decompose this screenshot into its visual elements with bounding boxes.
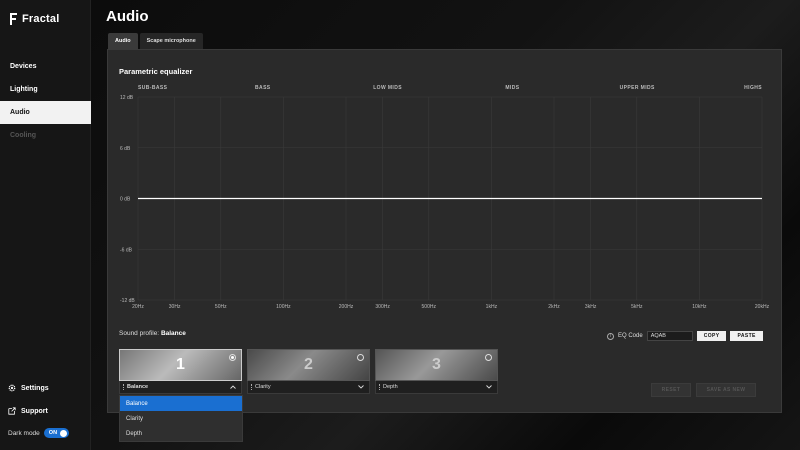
- equalizer-title: Parametric equalizer: [119, 67, 193, 76]
- sidebar-item-lighting[interactable]: Lighting: [0, 78, 91, 101]
- x-tick-label: 3kHz: [585, 304, 597, 310]
- drag-handle-icon: [123, 384, 124, 390]
- sidebar-nav: Devices Lighting Audio Cooling: [0, 55, 91, 147]
- toggle-knob: [60, 429, 68, 437]
- y-tick-label: -12 dB: [120, 298, 135, 304]
- sidebar-item-audio[interactable]: Audio: [0, 101, 91, 124]
- x-tick-label: 30Hz: [169, 304, 181, 310]
- eq-code-field[interactable]: AQAB: [646, 331, 693, 341]
- settings-link[interactable]: Settings: [8, 382, 88, 394]
- external-link-icon: [8, 407, 16, 415]
- profile-select-value: Depth: [383, 384, 398, 390]
- settings-label: Settings: [21, 384, 49, 392]
- main-content: Audio Audio Scape microphone 20Hz 30Hz 50H…: [91, 0, 800, 450]
- band-sub-bass: SUB-BASS: [138, 85, 168, 91]
- dark-mode-toggle-value: ON: [48, 430, 58, 436]
- dropdown-option-depth[interactable]: Depth: [120, 426, 242, 441]
- support-label: Support: [21, 407, 48, 415]
- radio-icon[interactable]: [357, 354, 364, 361]
- profile-card-number: 2: [304, 356, 313, 373]
- profile-cards: 1 Balance 2 Clarity 3 Depth: [119, 349, 498, 394]
- brand-name: Fractal: [22, 13, 60, 25]
- drag-handle-icon: [379, 384, 380, 390]
- chevron-down-icon: [358, 385, 364, 389]
- profile-card-image[interactable]: 3: [375, 349, 498, 381]
- profile-select[interactable]: Clarity: [247, 381, 370, 394]
- x-tick-label: 300Hz: [375, 304, 390, 310]
- profile-card-2[interactable]: 2 Clarity: [247, 349, 370, 394]
- tab-audio[interactable]: Audio: [108, 33, 138, 49]
- profile-card-3[interactable]: 3 Depth: [375, 349, 498, 394]
- profile-card-number: 3: [432, 356, 441, 373]
- sidebar-item-cooling: Cooling: [10, 132, 37, 139]
- x-tick-label: 100Hz: [276, 304, 291, 310]
- equalizer-panel: 20Hz 30Hz 50Hz 100Hz 200Hz 300Hz 500Hz 1kHz 2kHz…: [107, 49, 782, 442]
- radio-icon[interactable]: [485, 354, 492, 361]
- sound-profile-current: Balance: [160, 330, 186, 337]
- band-bass: BASS: [255, 85, 271, 91]
- profile-select[interactable]: Depth: [375, 381, 498, 394]
- dark-mode-row: Dark mode ON: [8, 428, 88, 438]
- x-tick-label: 5kHz: [631, 304, 643, 310]
- x-tick-label: 2kHz: [548, 304, 560, 310]
- reset-button[interactable]: RESET: [651, 383, 691, 397]
- sidebar: Fractal Devices Lighting Audio Cooling S…: [0, 0, 91, 450]
- profile-card-number: 1: [176, 356, 185, 373]
- band-upper-mids: UPPER MIDS: [619, 85, 655, 91]
- frequency-bands: SUB-BASS BASS LOW MIDS MIDS UPPER MIDS H…: [138, 85, 762, 93]
- page-title: Audio: [106, 8, 149, 25]
- profile-select[interactable]: Balance: [119, 381, 242, 394]
- sidebar-footer: Settings Support Dark mode ON: [8, 382, 88, 438]
- chevron-down-icon: [486, 385, 492, 389]
- dropdown-option-balance[interactable]: Balance: [120, 396, 242, 411]
- dropdown-option-clarity[interactable]: Clarity: [120, 411, 242, 426]
- band-mids: MIDS: [505, 85, 520, 91]
- drag-handle-icon: [251, 384, 252, 390]
- y-tick-label: -6 dB: [120, 247, 133, 253]
- profile-select-value: Clarity: [255, 384, 271, 390]
- eq-code-label: EQ Code: [618, 333, 643, 339]
- info-icon[interactable]: i: [607, 332, 614, 340]
- x-tick-label: 500Hz: [422, 304, 437, 310]
- paste-button[interactable]: PASTE: [730, 331, 763, 341]
- fractal-logo: Fractal: [8, 12, 59, 26]
- tab-scape-microphone[interactable]: Scape microphone: [139, 33, 203, 49]
- eq-code-group: i EQ Code AQAB COPY PASTE: [607, 331, 763, 341]
- x-tick-label: 1kHz: [486, 304, 498, 310]
- dark-mode-toggle[interactable]: ON: [43, 428, 70, 438]
- dark-mode-label: Dark mode: [8, 429, 40, 437]
- band-low-mids: LOW MIDS: [373, 85, 402, 91]
- gear-icon: [8, 384, 16, 392]
- tab-bar: Audio Scape microphone: [108, 33, 203, 49]
- band-highs: HIGHS: [744, 85, 762, 91]
- profile-card-image[interactable]: 2: [247, 349, 370, 381]
- sound-profile-prefix: Sound profile:: [119, 330, 160, 337]
- profile-select-value: Balance: [127, 384, 149, 390]
- profile-card-1[interactable]: 1 Balance: [119, 349, 242, 394]
- x-tick-label: 10kHz: [692, 304, 707, 310]
- profile-dropdown-menu: Balance Clarity Depth: [119, 395, 243, 442]
- copy-button[interactable]: COPY: [696, 331, 727, 341]
- fractal-logo-icon: [10, 13, 17, 25]
- y-tick-label: 6 dB: [120, 146, 131, 152]
- y-tick-label: 0 dB: [120, 197, 131, 203]
- profile-card-image[interactable]: 1: [119, 349, 242, 381]
- y-tick-label: 12 dB: [120, 95, 134, 101]
- chevron-up-icon: [230, 385, 236, 389]
- save-as-new-button[interactable]: SAVE AS NEW: [696, 383, 756, 397]
- sound-profile-label: Sound profile: Balance: [119, 330, 186, 337]
- sidebar-item-devices[interactable]: Devices: [0, 55, 91, 78]
- x-tick-label: 50Hz: [215, 304, 227, 310]
- x-tick-label: 20Hz: [132, 304, 144, 310]
- radio-selected-icon[interactable]: [229, 354, 236, 361]
- x-tick-label: 20kHz: [755, 304, 770, 310]
- support-link[interactable]: Support: [8, 405, 88, 417]
- x-tick-label: 200Hz: [339, 304, 354, 310]
